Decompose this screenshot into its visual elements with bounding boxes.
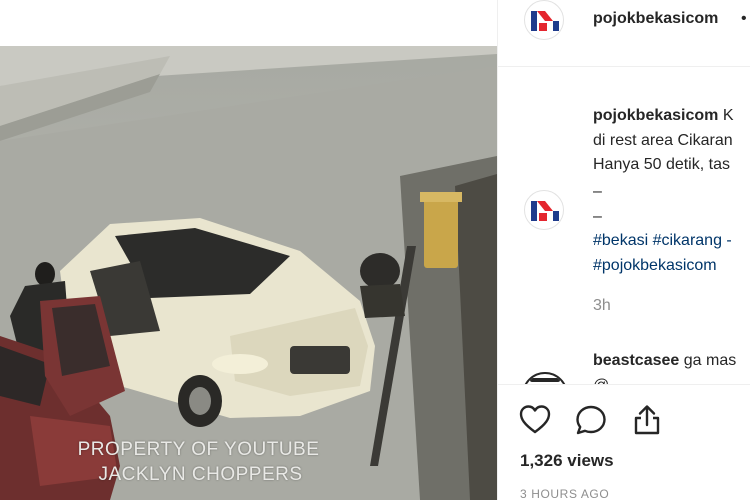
- caption-author-avatar[interactable]: [524, 190, 564, 230]
- caption-line1-rest: K: [718, 107, 734, 124]
- caption-dash-1: –: [593, 183, 602, 200]
- pojokbekasi-logo-icon: [531, 201, 559, 221]
- avatar-image: [530, 378, 560, 382]
- header-separator-dot: •: [741, 10, 747, 27]
- caption-line2: di rest area Cikaran: [593, 131, 733, 149]
- post-sidebar: pojokbekasicom • pojokbekasicom K di res…: [497, 0, 750, 501]
- video-watermark-line1: PROPERTY OF YOUTUBE: [77, 439, 320, 460]
- post-timestamp: 3 HOURS AGO: [520, 487, 610, 501]
- comment-item: beastcasee ga mas: [593, 352, 736, 370]
- comment-text: ga mas: [679, 352, 737, 369]
- caption-username[interactable]: pojokbekasicom: [593, 107, 718, 124]
- view-count[interactable]: 1,326 views: [520, 451, 614, 471]
- video-player[interactable]: PROPERTY OF YOUTUBE JACKLYN CHOPPERS: [0, 46, 497, 500]
- post-actions: 1,326 views 3 HOURS AGO: [498, 384, 750, 501]
- comment-username[interactable]: beastcasee: [593, 352, 679, 369]
- post-caption: pojokbekasicom K di rest area Cikaran Ha…: [593, 104, 750, 178]
- caption-dash-2: –: [593, 207, 602, 225]
- pojokbekasi-logo-icon: [531, 11, 559, 31]
- post-header: pojokbekasicom •: [498, 0, 750, 67]
- comment-icon[interactable]: [574, 403, 608, 437]
- video-watermark-line2: JACKLYN CHOPPERS: [98, 464, 303, 485]
- author-username[interactable]: pojokbekasicom: [593, 10, 718, 28]
- share-icon[interactable]: [630, 403, 664, 437]
- video-frame: [0, 46, 497, 500]
- caption-hashtags: – – #bekasi #cikarang - #pojokbekasicom: [593, 180, 732, 278]
- heart-icon[interactable]: [518, 403, 552, 437]
- hashtag-line-2[interactable]: #pojokbekasicom: [593, 254, 732, 279]
- caption-time-ago: 3h: [593, 297, 611, 314]
- caption-line3: Hanya 50 detik, tas: [593, 156, 730, 173]
- author-avatar[interactable]: [524, 0, 564, 40]
- top-strip: [0, 0, 497, 46]
- hashtag-line-1[interactable]: #bekasi #cikarang -: [593, 229, 732, 254]
